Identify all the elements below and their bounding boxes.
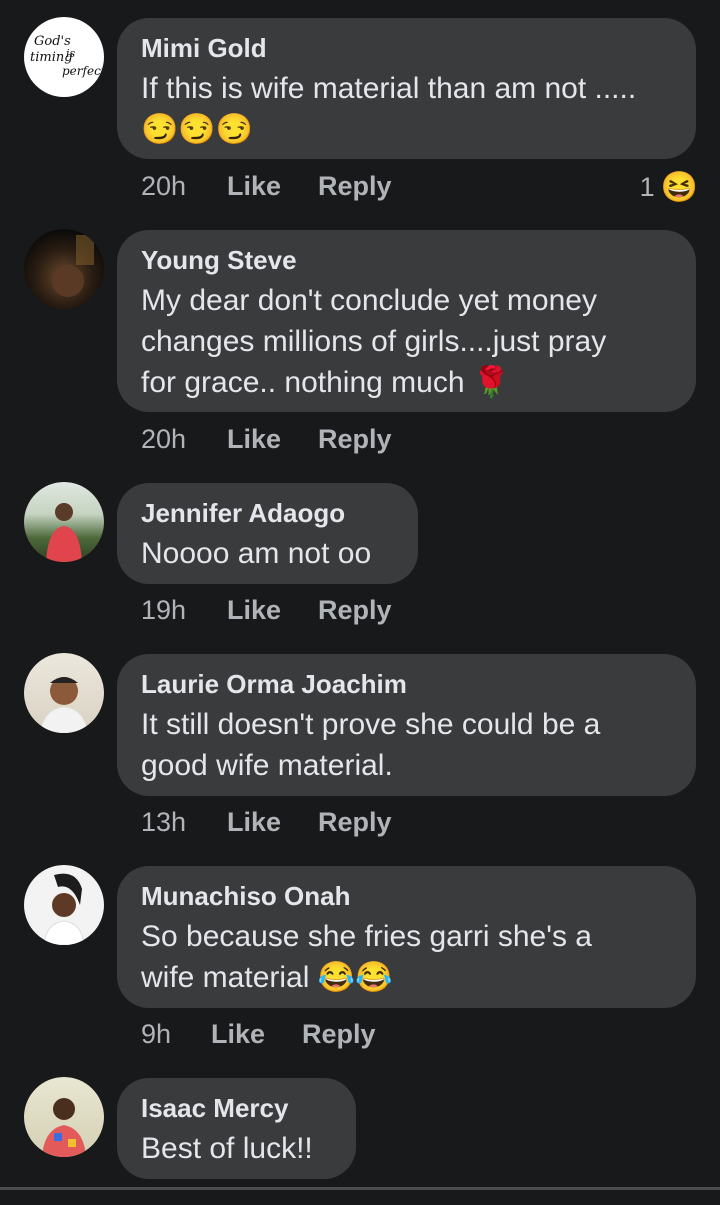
comment-actions: 9h Like Reply: [141, 1019, 376, 1050]
comment-actions: 20h Like Reply: [141, 424, 392, 455]
avatar[interactable]: [24, 482, 104, 562]
comment-bubble: Jennifer Adaogo Noooo am not oo: [117, 483, 418, 584]
reply-button[interactable]: Reply: [318, 807, 392, 838]
svg-text:is: is: [66, 47, 76, 60]
like-button[interactable]: Like: [227, 171, 318, 202]
like-button[interactable]: Like: [227, 807, 318, 838]
comment-bubble: Mimi Gold If this is wife material than …: [117, 18, 696, 159]
comment-time[interactable]: 20h: [141, 424, 227, 455]
reaction-count: 1: [639, 172, 655, 202]
like-button[interactable]: Like: [227, 424, 318, 455]
comment-text: Noooo am not oo: [141, 537, 372, 570]
comment-author[interactable]: Mimi Gold: [141, 32, 672, 64]
comment-time[interactable]: 9h: [141, 1019, 211, 1050]
comment-actions: 13h Like Reply: [141, 807, 392, 838]
avatar-image: [42, 1098, 86, 1157]
divider: [0, 1187, 720, 1190]
smirk-emoji-icons: 😏😏😏: [141, 113, 254, 146]
avatar[interactable]: [24, 653, 104, 733]
like-button[interactable]: Like: [211, 1019, 302, 1050]
reply-button[interactable]: Reply: [302, 1019, 376, 1050]
comment-text: So because she fries garri she's a wife …: [141, 920, 592, 994]
comment-text: It still doesn't prove she could be a go…: [141, 708, 601, 782]
comment-time[interactable]: 20h: [141, 171, 227, 202]
comment-author[interactable]: Isaac Mercy: [141, 1092, 332, 1124]
comment-author[interactable]: Laurie Orma Joachim: [141, 668, 672, 700]
comment-time[interactable]: 13h: [141, 807, 227, 838]
reaction-summary[interactable]: 1 😆: [640, 170, 698, 205]
comment-text: Best of luck!!: [141, 1132, 313, 1165]
comment-text: If this is wife material than am not ...…: [141, 72, 637, 146]
comment-author[interactable]: Young Steve: [141, 244, 672, 276]
comment-author[interactable]: Jennifer Adaogo: [141, 497, 394, 529]
avatar[interactable]: God's timing is perfect: [24, 17, 104, 97]
comment-bubble: Young Steve My dear don't conclude yet m…: [117, 230, 696, 412]
avatar-image: [46, 503, 82, 562]
comment-bubble: Isaac Mercy Best of luck!!: [117, 1078, 356, 1179]
avatar-image: God's timing is perfect: [30, 34, 104, 78]
comment-text: My dear don't conclude yet money changes…: [141, 284, 607, 399]
avatar[interactable]: [24, 229, 104, 309]
comment-bubble: Laurie Orma Joachim It still doesn't pro…: [117, 654, 696, 796]
comment-time[interactable]: 19h: [141, 595, 227, 626]
svg-text:perfect: perfect: [62, 64, 104, 78]
comment-author[interactable]: Munachiso Onah: [141, 880, 672, 912]
comment-bubble: Munachiso Onah So because she fries garr…: [117, 866, 696, 1008]
avatar-image: [52, 235, 94, 297]
like-button[interactable]: Like: [227, 595, 318, 626]
avatar-image: [40, 677, 88, 733]
avatar-image: [43, 873, 85, 945]
avatar[interactable]: [24, 865, 104, 945]
laughing-reaction-icon: 😆: [660, 171, 698, 204]
avatar[interactable]: [24, 1077, 104, 1157]
reply-button[interactable]: Reply: [318, 424, 392, 455]
comment-actions: 19h Like Reply: [141, 595, 392, 626]
reply-button[interactable]: Reply: [318, 171, 392, 202]
comment-actions: 20h Like Reply: [141, 171, 392, 202]
reply-button[interactable]: Reply: [318, 595, 392, 626]
